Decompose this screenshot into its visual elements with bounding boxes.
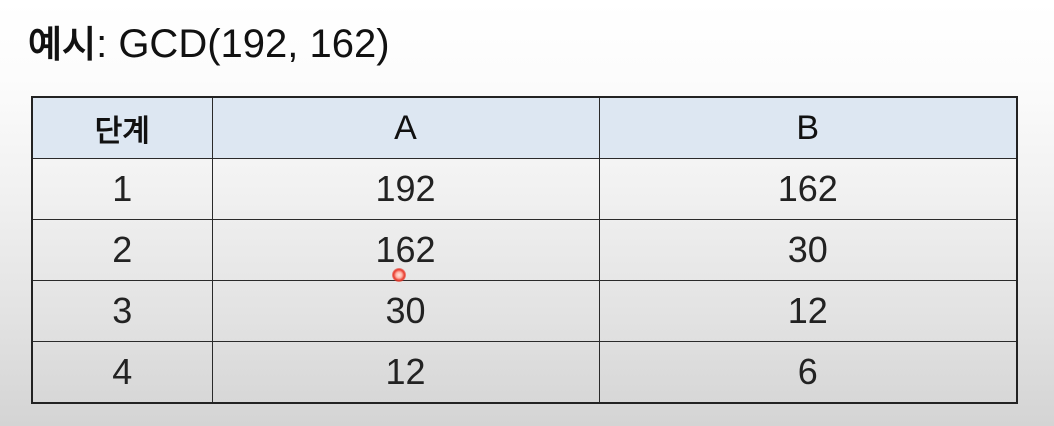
cell-a: 162 <box>211 219 600 281</box>
title-expression: : GCD(192, 162) <box>96 22 390 66</box>
cell-b: 30 <box>598 219 1018 281</box>
cell-a: 192 <box>211 158 600 220</box>
column-header-a: A <box>211 96 600 159</box>
table-row: 1 192 162 <box>31 158 1018 220</box>
cell-step: 3 <box>31 280 213 342</box>
cell-a: 12 <box>211 341 600 404</box>
table-header-row: 단계 A B <box>31 96 1018 159</box>
cell-b: 6 <box>598 341 1018 404</box>
cell-step: 4 <box>31 341 213 404</box>
page-title: 예시: GCD(192, 162) <box>28 14 390 75</box>
cell-a: 30 <box>211 280 600 342</box>
gcd-steps-table: 단계 A B 1 192 162 2 162 30 3 30 12 4 12 6 <box>31 96 1018 404</box>
cell-step: 1 <box>31 158 213 220</box>
cell-b: 12 <box>598 280 1018 342</box>
column-header-step: 단계 <box>31 96 213 159</box>
title-label-bold: 예시 <box>28 23 97 66</box>
table-row: 4 12 6 <box>31 341 1018 404</box>
column-header-b: B <box>598 96 1018 159</box>
cell-b: 162 <box>598 158 1018 220</box>
table-row: 3 30 12 <box>31 280 1018 342</box>
cell-step: 2 <box>31 219 213 281</box>
table-row: 2 162 30 <box>31 219 1018 281</box>
